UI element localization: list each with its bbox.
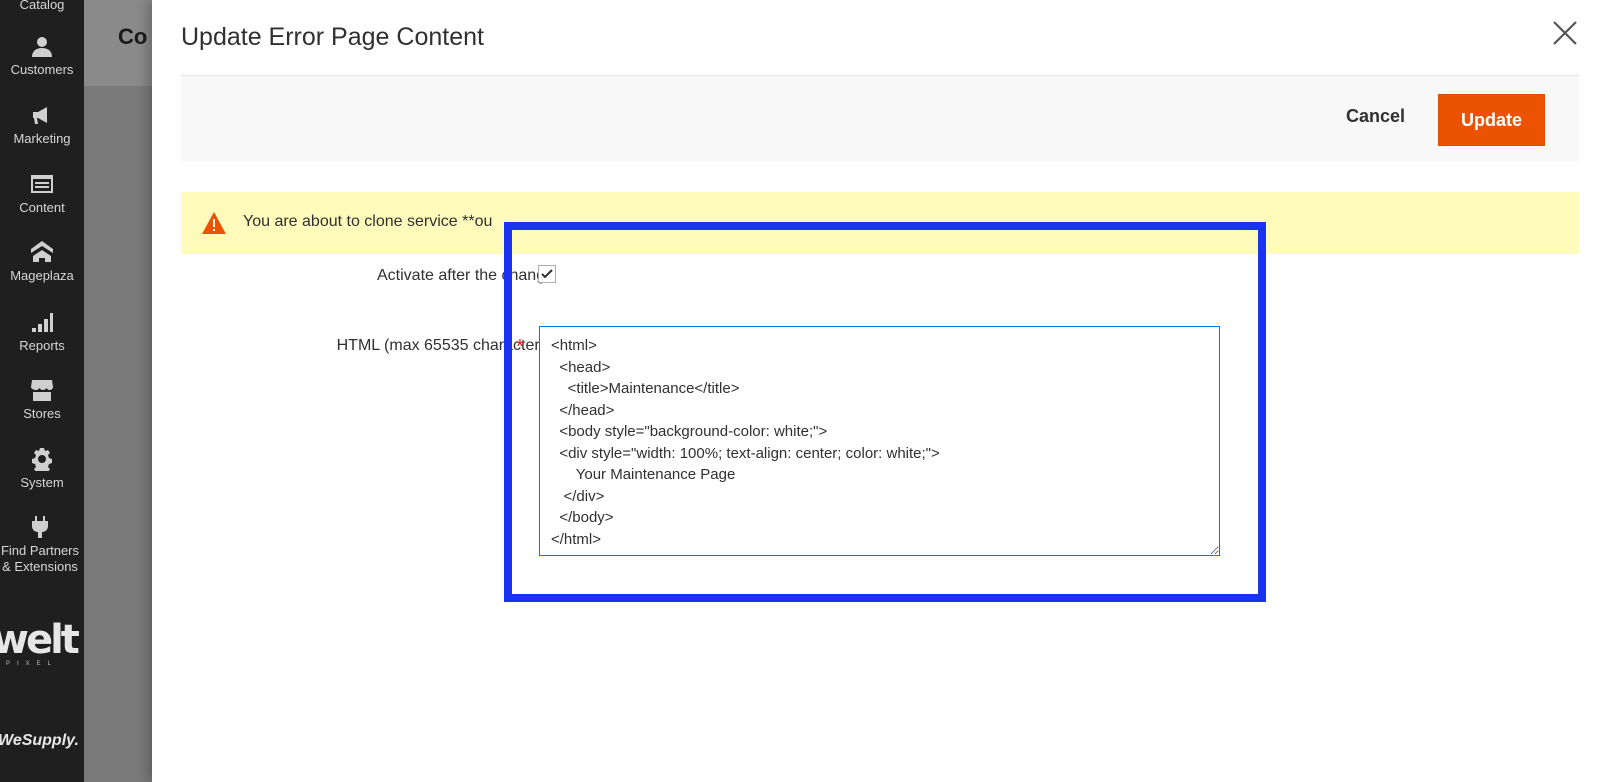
customers-icon	[30, 34, 54, 58]
modal-title: Update Error Page Content	[181, 23, 484, 51]
sidebar-item-label: System	[20, 475, 64, 490]
reports-icon	[30, 310, 54, 334]
sidebar-item-content[interactable]: Content	[0, 172, 84, 216]
sidebar-item-mageplaza[interactable]: Mageplaza	[0, 240, 84, 284]
warning-text: You are about to clone service **ou	[243, 213, 493, 230]
mageplaza-icon	[30, 240, 54, 264]
required-mark: *	[516, 336, 524, 358]
sidebar-item-reports[interactable]: Reports	[0, 310, 84, 354]
page-title: Co	[118, 24, 148, 49]
sidebar-item-label: Customers	[10, 62, 74, 77]
update-error-page-modal: Update Error Page Content Cancel Update …	[152, 0, 1600, 782]
sidebar-item-label: Find Partners	[0, 543, 80, 558]
sidebar-item-label: Catalog	[19, 0, 65, 12]
sidebar-item-label: Content	[19, 200, 65, 215]
close-icon[interactable]	[1550, 18, 1580, 48]
sidebar-item-label: Mageplaza	[10, 268, 74, 283]
admin-sidebar: Catalog Customers Marketing Content Mage…	[0, 0, 84, 782]
sidebar-item-marketing[interactable]: Marketing	[0, 103, 84, 147]
welt-pixel-logo: welt	[0, 617, 80, 663]
warning-message: You are about to clone service **ou	[181, 192, 1579, 254]
plug-icon	[28, 515, 52, 539]
gear-icon	[30, 447, 54, 474]
sidebar-item-customers[interactable]: Customers	[0, 34, 84, 78]
sidebar-item-stores[interactable]: Stores	[0, 378, 84, 422]
megaphone-icon	[30, 103, 54, 127]
stores-icon	[30, 378, 54, 402]
welt-pixel-logo-sub: PIXEL	[6, 661, 59, 667]
wesupply-logo: WeSupply.	[0, 732, 79, 749]
content-icon	[30, 172, 54, 196]
warning-icon	[202, 212, 226, 234]
activate-checkbox[interactable]	[538, 265, 556, 283]
activate-label: Activate after the change	[377, 267, 554, 284]
sidebar-item-label: Marketing	[13, 131, 71, 146]
sidebar-item-partners[interactable]: Find Partners & Extensions	[0, 515, 84, 575]
page-backdrop	[84, 0, 154, 782]
sidebar-item-catalog[interactable]: Catalog	[0, 0, 84, 13]
cancel-button[interactable]: Cancel	[1346, 106, 1405, 127]
modal-toolbar: Cancel Update	[181, 75, 1579, 161]
update-button[interactable]: Update	[1438, 94, 1545, 146]
sidebar-item-label: Reports	[19, 338, 65, 353]
html-textarea[interactable]: <html> <head> <title>Maintenance</title>…	[539, 326, 1220, 556]
sidebar-item-label: Stores	[23, 406, 61, 421]
sidebar-item-system[interactable]: System	[0, 447, 84, 491]
sidebar-item-label: & Extensions	[2, 559, 78, 574]
